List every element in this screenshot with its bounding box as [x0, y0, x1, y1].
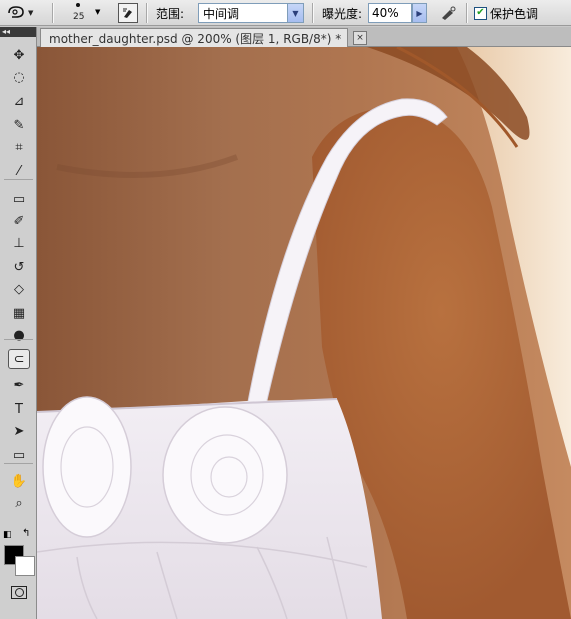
eraser-tool[interactable]: ◇: [8, 279, 30, 299]
history-brush-icon: ↺: [13, 259, 25, 275]
zoom-icon: ⌕: [15, 495, 23, 511]
bandage-icon: ▭: [12, 191, 26, 207]
brush-panel-icon: [123, 8, 132, 18]
path-selection-tool[interactable]: ➤: [8, 421, 30, 441]
brush-dropdown-arrow[interactable]: ▼: [95, 8, 100, 16]
exposure-label: 曝光度:: [322, 6, 363, 21]
toolbox-collapse[interactable]: ◂◂: [0, 27, 36, 37]
toolbox-divider: [4, 339, 33, 340]
exposure-input[interactable]: 40%: [368, 3, 412, 23]
quick-mask-icon: [11, 585, 27, 599]
shape-tool[interactable]: ▭: [8, 445, 30, 465]
document-canvas[interactable]: [37, 47, 571, 619]
sponge-tool[interactable]: ⊂: [8, 349, 30, 369]
document-tab-bar: mother_daughter.psd @ 200% (图层 1, RGB/8*…: [37, 27, 571, 47]
eraser-icon: ◇: [14, 281, 24, 297]
chevron-down-icon[interactable]: ▼: [287, 4, 303, 22]
tool-preset-picker[interactable]: ▼: [6, 0, 46, 26]
hand-icon: ✋: [10, 473, 28, 489]
brush-size: 25: [73, 12, 85, 22]
eyedropper-tool[interactable]: ⁄: [8, 161, 30, 181]
move-icon: ✥: [13, 47, 25, 63]
move-tool[interactable]: ✥: [8, 45, 30, 65]
polygon-lasso-icon: ⊿: [13, 93, 25, 109]
range-label: 范围:: [156, 6, 185, 21]
chevron-right-icon: ▶: [416, 8, 423, 18]
drop-icon: ●: [13, 327, 25, 343]
clone-stamp-tool[interactable]: ⊥: [8, 233, 30, 253]
separator: [52, 3, 53, 23]
history-brush-tool[interactable]: ↺: [8, 257, 30, 277]
brush-panel-button[interactable]: [118, 3, 138, 23]
crop-tool[interactable]: ⌗: [8, 137, 30, 157]
sponge-tool-icon: [8, 6, 24, 18]
toolbox-divider: [4, 463, 33, 464]
blur-tool[interactable]: ●: [8, 325, 30, 345]
type-tool[interactable]: T: [8, 399, 30, 419]
separator: [146, 3, 147, 23]
ellipse-marquee-icon: ◌: [13, 69, 25, 85]
quick-selection-tool[interactable]: ✎: [8, 115, 30, 135]
brush-icon: ✐: [13, 213, 25, 229]
checkbox-checked-icon[interactable]: ✔: [474, 6, 487, 20]
toolbox-divider: [4, 179, 33, 180]
background-color-swatch[interactable]: [15, 556, 35, 576]
document-title: mother_daughter.psd @ 200% (图层 1, RGB/8*…: [49, 31, 342, 46]
range-value: 中间调: [203, 6, 240, 21]
lasso-tool[interactable]: ⊿: [8, 91, 30, 111]
protect-tones-label: 保护色调: [490, 6, 539, 21]
airbrush-button[interactable]: [438, 0, 458, 26]
separator: [466, 3, 467, 23]
rectangle-icon: ▭: [12, 447, 26, 463]
range-select[interactable]: 中间调 ▼: [198, 3, 304, 23]
eyedropper-icon: ⁄: [17, 163, 21, 179]
brush-tip-icon: [76, 3, 80, 7]
exposure-slider-button[interactable]: ▶: [412, 3, 427, 23]
zoom-tool[interactable]: ⌕: [8, 493, 30, 513]
options-bar: ▼ 25 ▼ 范围: 中间调 ▼ 曝光度: 40% ▶ ✔ 保护色调: [0, 0, 571, 26]
airbrush-icon: [442, 6, 456, 20]
marquee-tool[interactable]: ◌: [8, 67, 30, 87]
close-icon[interactable]: ×: [353, 31, 367, 45]
stamp-icon: ⊥: [13, 235, 25, 251]
protect-tones-checkbox[interactable]: ✔ 保护色调: [474, 0, 538, 26]
brush-tool[interactable]: ✐: [8, 211, 30, 231]
document-tab[interactable]: mother_daughter.psd @ 200% (图层 1, RGB/8*…: [40, 28, 367, 47]
sponge-icon: ⊂: [13, 351, 25, 367]
arrow-icon: ➤: [13, 423, 25, 439]
type-icon: T: [15, 401, 23, 417]
quick-selection-icon: ✎: [13, 117, 25, 133]
separator: [312, 3, 313, 23]
swap-colors-icon[interactable]: ↰: [22, 528, 30, 539]
quick-mask-button[interactable]: [8, 582, 30, 602]
crop-icon: ⌗: [15, 139, 23, 155]
healing-brush-tool[interactable]: ▭: [8, 189, 30, 209]
pen-tool[interactable]: ✒: [8, 375, 30, 395]
gradient-icon: ▦: [12, 305, 26, 321]
default-colors-icon[interactable]: ◧: [3, 530, 12, 540]
preset-dropdown-arrow[interactable]: ▼: [28, 9, 33, 17]
hand-tool[interactable]: ✋: [8, 471, 30, 491]
brush-preset-picker[interactable]: 25 ▼: [68, 0, 108, 26]
gradient-tool[interactable]: ▦: [8, 303, 30, 323]
photo-image: [37, 47, 571, 619]
toolbox: ◂◂ ✥ ◌ ⊿ ✎ ⌗ ⁄ ▭ ✐ ⊥ ↺ ◇ ▦ ● ⊂ ✒ T ➤ ▭ ✋ ⌕ ◧ ↰: [0, 27, 37, 619]
pen-icon: ✒: [13, 377, 25, 393]
